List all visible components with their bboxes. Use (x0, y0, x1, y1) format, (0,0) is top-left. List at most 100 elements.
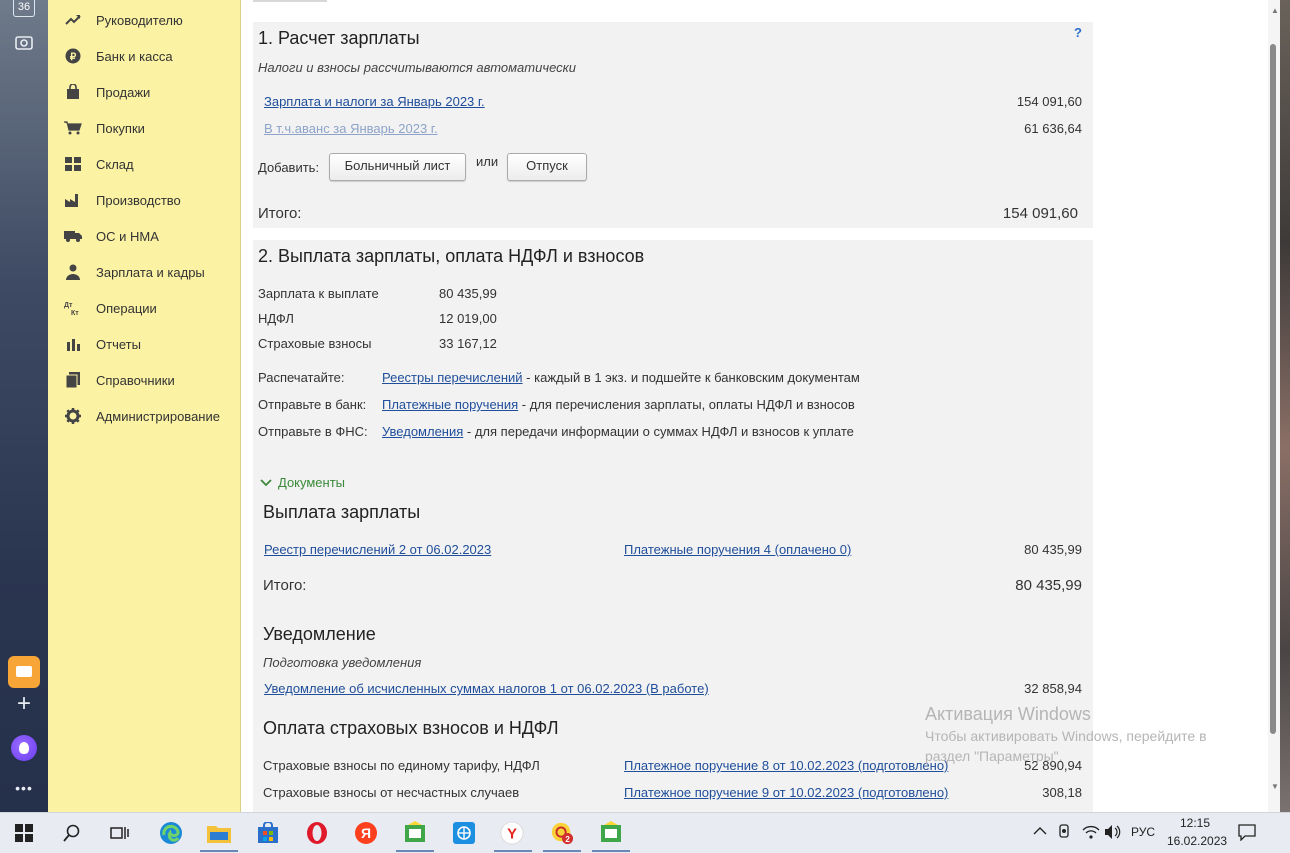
scrollbar-thumb[interactable] (1270, 44, 1276, 734)
gear-icon (64, 407, 82, 425)
bank-text: - для перечисления зарплаты, оплаты НДФЛ… (518, 397, 855, 412)
payable-value: 80 435,99 (439, 286, 497, 301)
sidebar-item-catalogs[interactable]: Справочники (48, 366, 240, 394)
store-icon[interactable] (256, 821, 280, 845)
vertical-scrollbar[interactable]: ▲ ▼ (1268, 0, 1280, 812)
scroll-up-arrow-icon[interactable]: ▲ (1271, 6, 1279, 15)
bar-chart-icon (64, 335, 82, 353)
sidebar-item-bank[interactable]: ₽ Банк и касса (48, 42, 240, 70)
insurance-title: Оплата страховых взносов и НДФЛ (263, 718, 559, 738)
file-explorer-icon[interactable] (207, 821, 231, 845)
sidebar-item-administration[interactable]: Администрирование (48, 402, 240, 430)
sections-sidebar: Руководителю ₽ Банк и касса Продажи Поку… (48, 0, 241, 812)
sidebar-item-warehouse[interactable]: Склад (48, 150, 240, 178)
desktop-background-edge (1280, 0, 1290, 812)
notifications-link[interactable]: Уведомления (382, 424, 463, 439)
main-content: 1. Расчет зарплаты ? Налоги и взносы рас… (241, 0, 1280, 812)
sidebar-item-label: Руководителю (96, 12, 183, 28)
sidebar-item-label: Справочники (96, 372, 175, 388)
badge-count: 2 (565, 834, 570, 844)
add-label: Добавить: (258, 160, 320, 175)
svg-text:Дт: Дт (64, 302, 73, 309)
payment-orders-link[interactable]: Платежные поручения (382, 397, 518, 412)
volume-icon[interactable] (1104, 824, 1122, 843)
print-text: - каждый в 1 экз. и подшейте к банковски… (522, 370, 860, 385)
notice-title: Уведомление (263, 624, 376, 644)
network-app-icon[interactable] (452, 821, 476, 845)
windows-activation-text: Чтобы активировать Windows, перейдите в (925, 728, 1207, 744)
registries-link[interactable]: Реестры перечислений (382, 370, 523, 385)
wifi-icon[interactable] (1082, 824, 1100, 843)
notice-value: 32 858,94 (1024, 681, 1082, 696)
advance-link[interactable]: В т.ч.аванс за Январь 2023 г. (264, 121, 438, 136)
svg-text:Y: Y (507, 827, 517, 843)
shopping-bag-icon (64, 83, 82, 101)
sidebar-item-label: Зарплата и кадры (96, 264, 205, 280)
advance-value: 61 636,64 (1024, 121, 1082, 136)
truck-icon (64, 227, 82, 245)
yandex-icon[interactable]: Я (354, 821, 378, 845)
sidebar-item-purchases[interactable]: Покупки (48, 114, 240, 142)
sick-leave-button[interactable]: Больничный лист (329, 153, 466, 181)
input-language[interactable]: РУС (1131, 825, 1155, 839)
salary-calculation-panel: 1. Расчет зарплаты ? Налоги и взносы рас… (253, 22, 1093, 228)
chevron-down-icon (260, 478, 272, 486)
help-link[interactable]: ? (1074, 25, 1082, 40)
clock-time[interactable]: 12:15 (1180, 816, 1210, 830)
ruble-icon: ₽ (64, 47, 82, 65)
cart-icon (64, 119, 82, 137)
sidebar-item-fixed-assets[interactable]: ОС и НМА (48, 222, 240, 250)
registry-link[interactable]: Реестр перечислений 2 от 06.02.2023 (264, 542, 491, 557)
task-view-icon[interactable] (108, 821, 132, 845)
fns-text: - для передачи информации о суммах НДФЛ … (463, 424, 854, 439)
more-dots-icon[interactable]: ••• (12, 776, 36, 800)
windows-activation-text-2: раздел "Параметры". (925, 748, 1063, 764)
yandex-browser-icon[interactable]: Y (500, 821, 524, 845)
notice-subtitle: Подготовка уведомления (263, 655, 422, 670)
insurance-row-label: Страховые взносы от несчастных случаев (263, 785, 520, 800)
sidebar-item-label: Администрирование (96, 408, 220, 424)
plus-icon[interactable]: + (12, 692, 36, 716)
fns-line: Уведомления - для передачи информации о … (382, 424, 854, 439)
notice-link[interactable]: Уведомление об исчисленных суммах налого… (264, 681, 709, 696)
sidebar-item-production[interactable]: Производство (48, 186, 240, 214)
sidebar-item-salary-hr[interactable]: Зарплата и кадры (48, 258, 240, 286)
payable-label: Зарплата к выплате (258, 286, 379, 301)
windows-taskbar: Я Y 2 РУС 12:15 16.02.2023 (0, 812, 1290, 853)
app-1c-enterprise-icon[interactable]: 2 (550, 821, 574, 845)
sidebar-item-operations[interactable]: Дт Кт Операции (48, 294, 240, 322)
svg-text:Кт: Кт (71, 310, 79, 316)
tray-chevron-up-icon[interactable] (1033, 825, 1047, 839)
app-1c-icon-2[interactable] (599, 821, 623, 845)
windows-start-icon[interactable] (12, 821, 36, 845)
windows-activation-title: Активация Windows (925, 704, 1091, 724)
tray-meeting-icon[interactable] (1057, 824, 1073, 843)
payout-total-label: Итого: (263, 577, 307, 594)
salary-taxes-link[interactable]: Зарплата и налоги за Январь 2023 г. (264, 94, 485, 109)
person-icon (64, 263, 82, 281)
sidebar-item-label: Банк и касса (96, 48, 173, 64)
calendar-badge[interactable]: 36 (13, 0, 35, 17)
documents-toggle[interactable]: Документы (260, 475, 345, 490)
vacation-button[interactable]: Отпуск (507, 153, 587, 181)
payment-order-8-link[interactable]: Платежное поручение 8 от 10.02.2023 (под… (624, 758, 948, 773)
search-icon[interactable] (60, 821, 84, 845)
svg-text:₽: ₽ (70, 52, 77, 63)
payout-total-value: 80 435,99 (1015, 577, 1082, 594)
alice-assistant-icon[interactable] (11, 735, 37, 761)
camera-icon[interactable] (12, 32, 36, 56)
documents-toggle-label: Документы (278, 475, 346, 490)
edge-browser-icon[interactable] (159, 821, 183, 845)
sidebar-item-reports[interactable]: Отчеты (48, 330, 240, 358)
payment-order-9-link[interactable]: Платежное поручение 9 от 10.02.2023 (под… (624, 785, 948, 800)
sidebar-item-manager[interactable]: Руководителю (48, 6, 240, 34)
clock-date[interactable]: 16.02.2023 (1167, 834, 1227, 848)
app-1c-icon[interactable] (403, 821, 427, 845)
books-icon (64, 371, 82, 389)
mail-app-icon[interactable] (8, 656, 40, 688)
scroll-down-arrow-icon[interactable]: ▼ (1271, 782, 1279, 791)
notifications-icon[interactable] (1238, 823, 1256, 844)
sidebar-item-sales[interactable]: Продажи (48, 78, 240, 106)
opera-browser-icon[interactable] (305, 821, 329, 845)
payout-orders-link[interactable]: Платежные поручения 4 (оплачено 0) (624, 542, 851, 557)
